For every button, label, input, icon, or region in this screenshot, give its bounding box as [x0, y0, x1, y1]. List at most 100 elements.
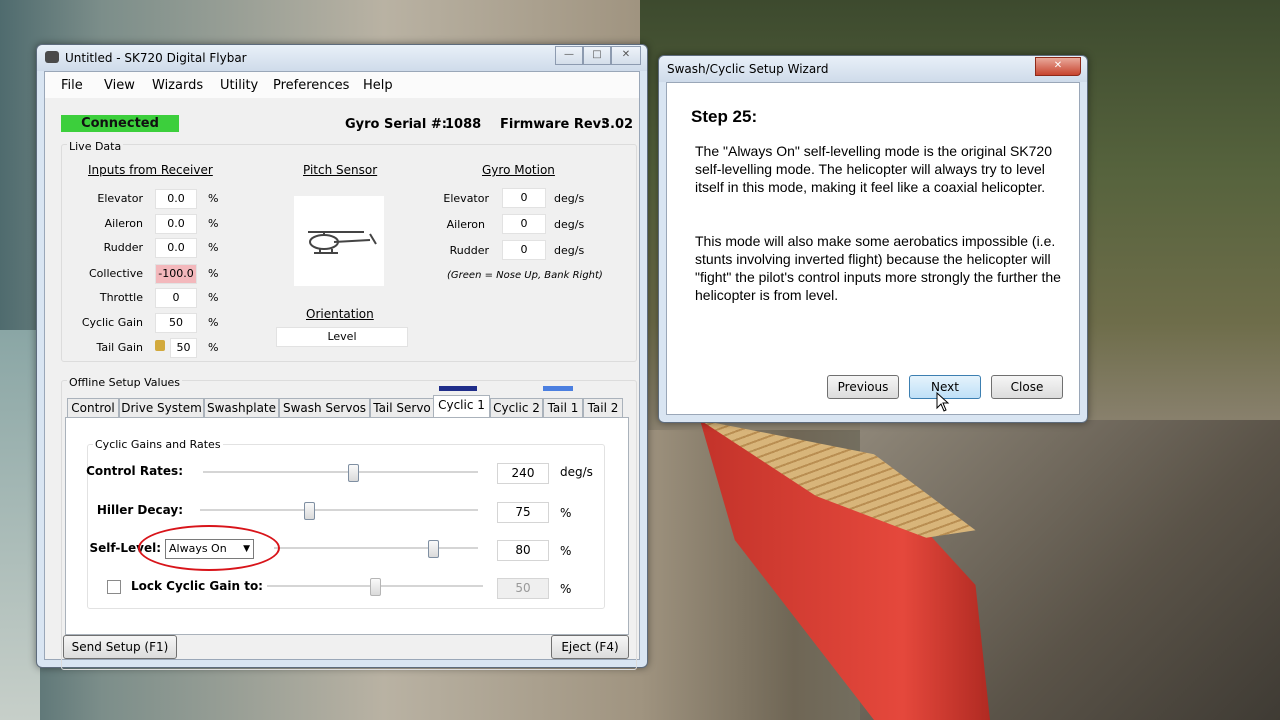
input-value-elevator: 0.0: [155, 189, 197, 209]
main-client: File View Wizards Utility Preferences He…: [44, 71, 640, 670]
live-data-label: Live Data: [67, 140, 124, 153]
tab-drive-system[interactable]: Drive System: [119, 398, 204, 418]
offline-setup-label: Offline Setup Values: [67, 376, 183, 389]
input-unit-throttle: %: [208, 291, 219, 304]
menu-bar: File View Wizards Utility Preferences He…: [45, 72, 639, 98]
eject-button[interactable]: Eject (F4): [551, 635, 629, 659]
control-rates-label: Control Rates:: [86, 464, 183, 478]
lock-cyclic-value: 50: [497, 578, 549, 599]
close-button[interactable]: Close: [991, 375, 1063, 399]
orientation-title: Orientation: [306, 307, 374, 321]
input-unit-aileron: %: [208, 217, 219, 230]
tab-tail-2[interactable]: Tail 2: [583, 398, 623, 418]
pitch-sensor-display: [294, 196, 384, 286]
gyro-label-aileron: Aileron: [446, 218, 485, 231]
input-value-throttle: 0: [155, 288, 197, 308]
tab-cyclic-1[interactable]: Cyclic 1: [433, 395, 490, 419]
input-label-aileron: Aileron: [104, 217, 143, 230]
control-rates-slider[interactable]: [203, 464, 478, 482]
slider-thumb[interactable]: [370, 578, 381, 596]
input-unit-tail-gain: %: [208, 341, 219, 354]
inputs-title: Inputs from Receiver: [88, 163, 213, 177]
input-label-throttle: Throttle: [99, 291, 143, 304]
wizard-window: Swash/Cyclic Setup Wizard ✕ Step 25: The…: [658, 55, 1088, 423]
input-unit-elevator: %: [208, 192, 219, 205]
self-level-value[interactable]: 80: [497, 540, 549, 561]
hiller-decay-value[interactable]: 75: [497, 502, 549, 523]
input-label-collective: Collective: [89, 267, 143, 280]
hiller-decay-unit: %: [560, 506, 572, 520]
input-value-aileron: 0.0: [155, 214, 197, 234]
lock-cyclic-label: Lock Cyclic Gain to:: [131, 579, 263, 593]
firmware-value: 3.02: [601, 117, 634, 132]
tab-cyclic-2[interactable]: Cyclic 2: [490, 398, 543, 418]
wizard-body: Step 25: The "Always On" self-levelling …: [666, 82, 1080, 415]
tab-indicator-cyclic1: [439, 386, 477, 391]
input-unit-collective: %: [208, 267, 219, 280]
slider-track: [200, 509, 478, 512]
slider-thumb[interactable]: [348, 464, 359, 482]
minimize-button[interactable]: —: [555, 46, 583, 65]
tab-swashplate[interactable]: Swashplate: [204, 398, 279, 418]
wizard-paragraph-2: This mode will also make some aerobatics…: [695, 233, 1061, 303]
window-title: Untitled - SK720 Digital Flybar: [65, 51, 247, 65]
menu-file[interactable]: File: [61, 78, 83, 93]
menu-help[interactable]: Help: [363, 78, 393, 93]
wizard-paragraph-1: The "Always On" self-levelling mode is t…: [695, 143, 1052, 195]
menu-utility[interactable]: Utility: [220, 78, 258, 93]
hiller-decay-label: Hiller Decay:: [96, 503, 183, 517]
gyro-label-rudder: Rudder: [449, 244, 489, 257]
wizard-title: Swash/Cyclic Setup Wizard: [667, 62, 829, 76]
input-value-collective: -100.0: [155, 264, 197, 284]
close-icon[interactable]: ✕: [1035, 57, 1081, 76]
main-titlebar[interactable]: Untitled - SK720 Digital Flybar — □ ✕: [37, 45, 647, 71]
menu-preferences[interactable]: Preferences: [273, 78, 349, 93]
slider-thumb[interactable]: [304, 502, 315, 520]
pitch-sensor-title: Pitch Sensor: [303, 163, 378, 177]
menu-view[interactable]: View: [104, 78, 135, 93]
tab-tail-1[interactable]: Tail 1: [543, 398, 583, 418]
orientation-value: Level: [276, 327, 408, 347]
self-level-slider[interactable]: [274, 540, 478, 558]
window-controls: — □ ✕: [555, 46, 641, 65]
control-rates-value[interactable]: 240: [497, 463, 549, 484]
self-level-unit: %: [560, 544, 572, 558]
slider-track: [274, 547, 478, 550]
helicopter-icon: [308, 231, 377, 254]
tab-swash-servos[interactable]: Swash Servos: [279, 398, 370, 418]
input-value-cyclic-gain: 50: [155, 313, 197, 333]
slider-thumb[interactable]: [428, 540, 439, 558]
tab-tail-servo[interactable]: Tail Servo: [370, 398, 434, 418]
slider-track: [203, 471, 478, 474]
wizard-titlebar[interactable]: Swash/Cyclic Setup Wizard ✕: [659, 56, 1087, 82]
gyro-note: (Green = Nose Up, Bank Right): [447, 270, 603, 281]
tab-indicator-tail1: [543, 386, 573, 391]
lock-cyclic-slider[interactable]: [267, 578, 483, 596]
cyclic-gains-label: Cyclic Gains and Rates: [93, 438, 223, 451]
input-unit-cyclic-gain: %: [208, 316, 219, 329]
previous-button[interactable]: Previous: [827, 375, 899, 399]
maximize-button[interactable]: □: [583, 46, 611, 65]
serial-label: Gyro Serial #:: [345, 117, 447, 132]
lake-background: [0, 330, 40, 720]
input-label-tail-gain: Tail Gain: [96, 341, 143, 354]
input-label-rudder: Rudder: [103, 241, 143, 254]
close-icon[interactable]: ✕: [611, 46, 641, 65]
wizard-window-controls: ✕: [1035, 57, 1081, 76]
lock-cyclic-unit: %: [560, 582, 572, 596]
lock-icon: [155, 340, 165, 351]
input-unit-rudder: %: [208, 241, 219, 254]
menu-wizards[interactable]: Wizards: [152, 78, 203, 93]
input-label-elevator: Elevator: [97, 192, 143, 205]
gyro-value-aileron: 0: [502, 214, 546, 234]
send-setup-button[interactable]: Send Setup (F1): [63, 635, 177, 659]
gyro-label-elevator: Elevator: [443, 192, 489, 205]
control-rates-unit: deg/s: [560, 465, 593, 479]
tab-control[interactable]: Control: [67, 398, 119, 418]
serial-value: 1088: [445, 117, 482, 132]
gyro-unit-rudder: deg/s: [554, 244, 585, 257]
firmware-label: Firmware Rev:: [500, 117, 607, 132]
hiller-decay-slider[interactable]: [200, 502, 478, 520]
gyro-motion-title: Gyro Motion: [482, 163, 555, 177]
lock-cyclic-checkbox[interactable]: [107, 580, 121, 594]
